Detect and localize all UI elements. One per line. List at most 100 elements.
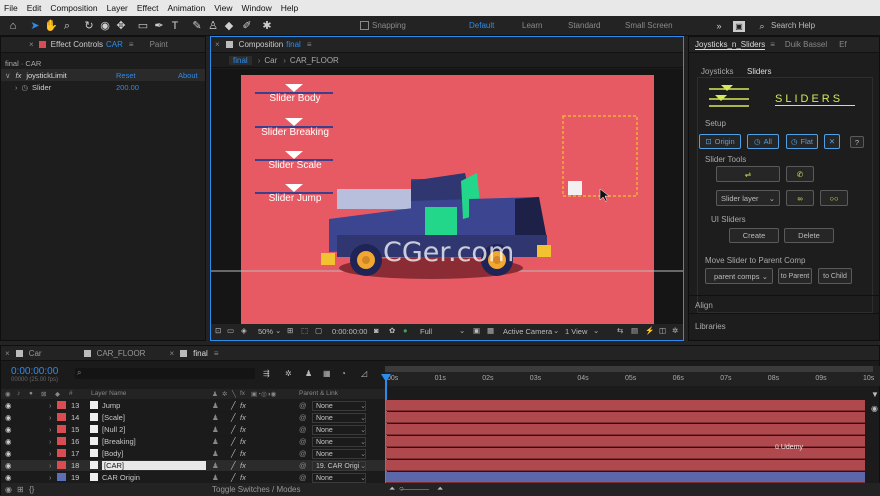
visibility-eye-icon[interactable]: ◉ xyxy=(5,449,12,458)
workspace-default[interactable]: Default xyxy=(469,21,494,30)
expand-icon[interactable]: ⊞ xyxy=(17,485,24,494)
layer-name[interactable]: Jump xyxy=(102,401,120,410)
layer-name-header[interactable]: Layer Name xyxy=(91,390,126,397)
effect-switch-icon[interactable]: fx xyxy=(240,473,246,482)
panel-menu-icon[interactable]: ≡ xyxy=(307,40,312,49)
pick-whip-icon[interactable]: @ xyxy=(299,437,307,446)
resolution-select[interactable]: Full xyxy=(420,327,432,336)
dropdown-arrow-icon[interactable]: ⌄ xyxy=(459,326,465,335)
shy-switch-icon[interactable]: ♟ xyxy=(212,473,219,482)
menu-window[interactable]: Window xyxy=(242,3,272,13)
menu-effect[interactable]: Effect xyxy=(137,3,159,13)
rectangle-tool-icon[interactable]: ▭ xyxy=(136,19,150,33)
scroll-up-icon[interactable]: ◉ xyxy=(871,404,878,413)
expand-arrow-icon[interactable]: ∨ xyxy=(5,71,11,80)
snapshot-icon[interactable]: ◙ xyxy=(374,326,379,335)
workspace-menu-icon[interactable]: » xyxy=(712,19,726,33)
roto-brush-tool-icon[interactable]: ✐ xyxy=(240,19,254,33)
zoom-slider-handle-icon[interactable]: ○ xyxy=(399,484,404,493)
effect-row-joysticklimit[interactable]: ∨ fx joystickLimit Reset About xyxy=(1,69,205,81)
share-view-icon[interactable]: ⇆ xyxy=(617,326,623,335)
search-icon[interactable]: ⌕ xyxy=(755,19,769,33)
workspace-learn[interactable]: Learn xyxy=(522,21,542,30)
clone-stamp-tool-icon[interactable]: ♙ xyxy=(206,19,220,33)
shy-switch-icon[interactable]: ♟ xyxy=(212,437,219,446)
parent-dropdown[interactable]: 19. CAR Origi xyxy=(312,461,366,471)
pick-whip-icon[interactable]: @ xyxy=(299,473,307,482)
menu-animation[interactable]: Animation xyxy=(167,3,205,13)
visibility-eye-icon[interactable]: ◉ xyxy=(5,425,12,434)
slider-value[interactable]: 200.00 xyxy=(116,83,139,92)
layer-search-input[interactable]: ⌕ xyxy=(75,368,255,379)
comp-mini-flowchart-icon[interactable]: ⇶ xyxy=(263,369,270,378)
menu-file[interactable]: File xyxy=(4,3,18,13)
help-button[interactable]: ? xyxy=(850,136,864,148)
libraries-panel-label[interactable]: Libraries xyxy=(695,322,726,331)
breadcrumb-car[interactable]: Car xyxy=(264,56,277,65)
transparency-grid-icon[interactable]: ▦ xyxy=(487,326,494,335)
quality-switch-icon[interactable]: ╱ xyxy=(231,449,236,458)
fx-icon[interactable]: fx xyxy=(16,71,22,80)
dropdown-arrow-icon[interactable]: ⌄ xyxy=(593,326,599,335)
menu-help[interactable]: Help xyxy=(281,3,298,13)
tab-effect-controls[interactable]: Effect Controls xyxy=(51,40,103,49)
workspace-small-screen[interactable]: Small Screen xyxy=(625,21,673,30)
rotate-tool-icon[interactable]: ↻ xyxy=(82,19,96,33)
draft-3d-icon[interactable]: ✲ xyxy=(285,369,292,378)
panel-menu-icon[interactable]: ≡ xyxy=(129,40,134,49)
snapping-checkbox[interactable] xyxy=(360,21,369,30)
layer-row[interactable]: ◉ › 14 [Scale] ♟ ╱ fx @ None ⌄ xyxy=(1,412,385,424)
dropdown-arrow-icon[interactable]: ⌄ xyxy=(553,326,559,335)
preview-icon[interactable]: ⊡ xyxy=(215,326,221,335)
delete-button[interactable]: Delete xyxy=(784,228,834,243)
draft-3d-icon[interactable]: ▤ xyxy=(631,326,638,335)
effect-switch-icon[interactable]: fx xyxy=(240,461,246,470)
tab-duik-bassel[interactable]: Duik Bassel xyxy=(785,40,827,49)
shy-switch-icon[interactable]: ♟ xyxy=(212,449,219,458)
hand-tool-icon[interactable]: ✋ xyxy=(44,19,58,33)
breadcrumb-final[interactable]: final xyxy=(229,55,252,65)
panel-menu-icon[interactable]: ≡ xyxy=(214,349,219,358)
home-icon[interactable]: ⌂ xyxy=(6,19,20,33)
zoom-select[interactable]: 50% xyxy=(258,327,273,336)
dropdown-arrow-icon[interactable]: ⌄ xyxy=(360,425,366,434)
graph-editor-icon[interactable]: ◿ xyxy=(361,369,367,378)
shy-switch-icon[interactable]: ♟ xyxy=(212,425,219,434)
subtab-sliders[interactable]: Sliders xyxy=(747,67,771,76)
sync-settings-icon[interactable]: ▣ xyxy=(733,21,745,32)
layer-label-color[interactable] xyxy=(57,401,66,409)
layer-duration-bar[interactable] xyxy=(386,412,865,423)
shy-switch-icon[interactable]: ♟ xyxy=(212,461,219,470)
motion-blur-icon[interactable]: ◔ xyxy=(341,369,346,378)
puppet-tool-icon[interactable]: ✱ xyxy=(260,19,274,33)
layer-row[interactable]: ◉ › 16 [Breaking] ♟ ╱ fx @ None ⌄ xyxy=(1,436,385,448)
pick-whip-icon[interactable]: @ xyxy=(299,425,307,434)
menu-layer[interactable]: Layer xyxy=(107,3,128,13)
region-of-interest-icon[interactable]: ▣ xyxy=(473,326,480,335)
color-management-icon[interactable]: ● xyxy=(403,326,408,335)
parent-link-header[interactable]: Parent & Link xyxy=(299,390,338,397)
expand-arrow-icon[interactable]: › xyxy=(49,401,52,410)
layer-name[interactable]: [Breaking] xyxy=(102,437,136,446)
chain-link-icon[interactable]: ∞ xyxy=(786,190,814,206)
quality-switch-icon[interactable]: ╱ xyxy=(231,425,236,434)
timeline-toggle-icon[interactable]: ◫ xyxy=(659,326,666,335)
layer-row[interactable]: ◉ › 13 Jump ♟ ╱ fx @ None ⌄ xyxy=(1,400,385,412)
composition-viewer[interactable]: Slider Body Slider Breaking Slider Scale… xyxy=(211,69,683,324)
layer-name[interactable]: [Scale] xyxy=(102,413,125,422)
layer-row[interactable]: ◉ › 18 [CAR] ♟ ╱ fx @19. CAR Origi ⌄ xyxy=(1,460,385,472)
layer-duration-bar[interactable] xyxy=(386,472,865,483)
cross-icon[interactable]: ✕ xyxy=(824,134,840,149)
effect-switch-icon[interactable]: fx xyxy=(240,425,246,434)
layer-label-color[interactable] xyxy=(57,473,66,481)
reset-link[interactable]: Reset xyxy=(116,71,136,80)
layer-duration-bar[interactable] xyxy=(386,400,865,411)
parent-comps-select[interactable]: parent comps ⌄ xyxy=(705,268,773,284)
layer-name[interactable]: [Null 2] xyxy=(102,425,125,434)
render-time-icon[interactable]: ◉ xyxy=(5,485,12,494)
workspace-standard[interactable]: Standard xyxy=(568,21,600,30)
resize-icon[interactable]: ⬚ xyxy=(301,326,308,335)
toggle-switches-modes[interactable]: Toggle Switches / Modes xyxy=(212,485,301,494)
dropdown-arrow-icon[interactable]: ⌄ xyxy=(360,413,366,422)
shy-switch-icon[interactable]: ♟ xyxy=(212,413,219,422)
